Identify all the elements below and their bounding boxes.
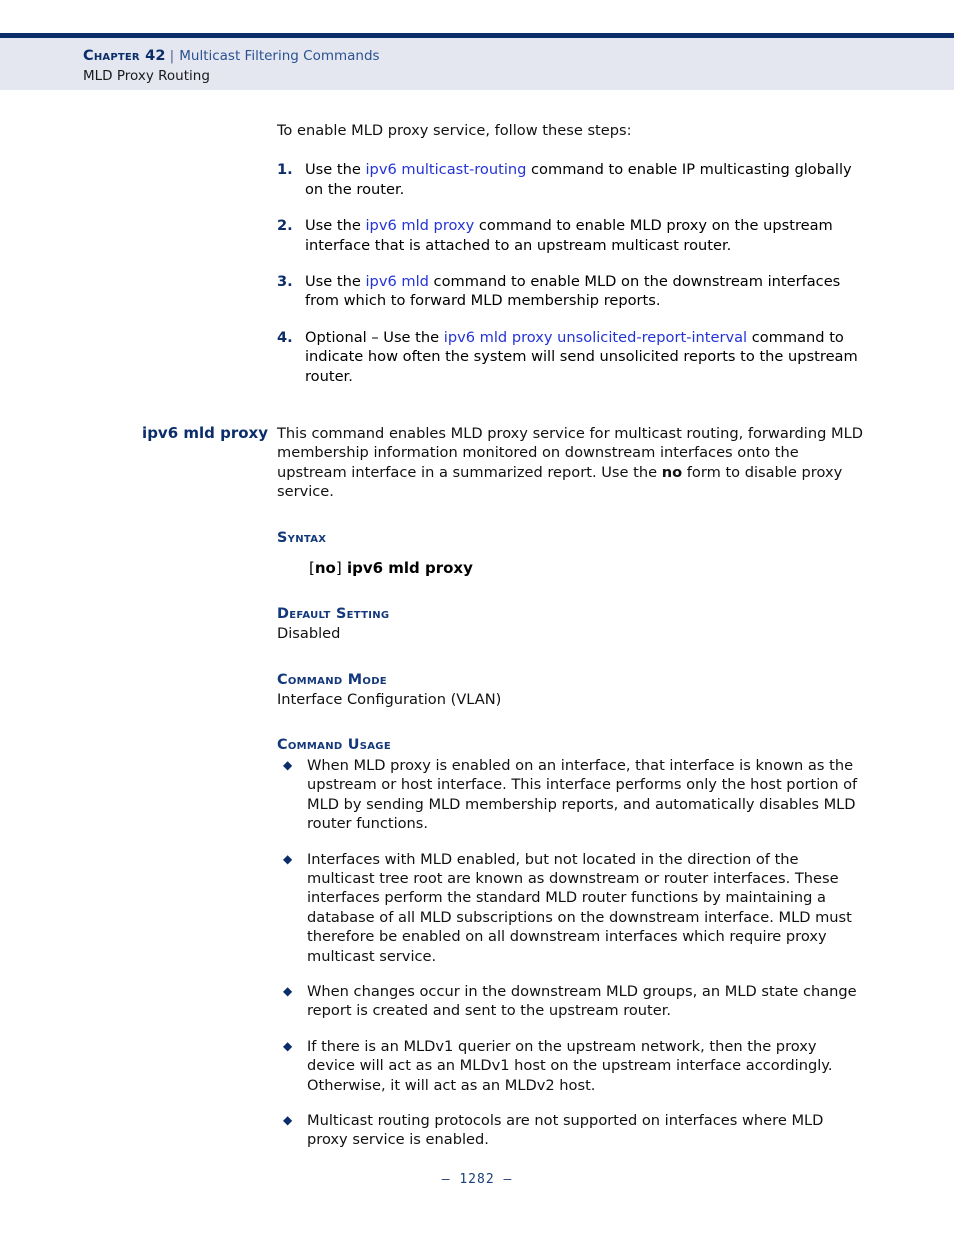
command-side-heading: ipv6 mld proxy — [142, 424, 268, 443]
usage-bullet-text: If there is an MLDv1 querier on the upst… — [307, 1037, 833, 1094]
command-description-bold: no — [661, 463, 683, 481]
page-header-band: Chapter 42 | Multicast Filtering Commands … — [0, 33, 954, 90]
syntax-command: ipv6 mld proxy — [346, 558, 473, 577]
step-number: 1. — [277, 161, 293, 179]
command-link[interactable]: ipv6 mld proxy unsolicited-report-interv… — [444, 329, 747, 346]
command-link[interactable]: ipv6 mld — [366, 273, 429, 290]
step-number: 4. — [277, 328, 293, 346]
syntax-bracket-close: ] — [335, 558, 342, 577]
step-item: 4. Optional – Use the ipv6 mld proxy uns… — [277, 328, 867, 386]
usage-bullet-item: ◆ Multicast routing protocols are not su… — [277, 1111, 867, 1150]
command-section: ipv6 mld proxy This command enables MLD … — [0, 424, 954, 1150]
usage-bullet-text: When MLD proxy is enabled on an interfac… — [307, 756, 858, 833]
intro-paragraph: To enable MLD proxy service, follow thes… — [277, 122, 632, 139]
breadcrumb-separator: | — [169, 48, 175, 64]
page-subtitle: MLD Proxy Routing — [83, 68, 210, 84]
default-setting-heading: Default Setting — [277, 606, 390, 623]
syntax-line: [no] ipv6 mld proxy — [309, 559, 867, 578]
diamond-bullet-icon: ◆ — [283, 851, 293, 866]
step-text-pre: Use the — [305, 161, 366, 179]
page-footer: – 1282 – — [0, 1172, 954, 1187]
usage-bullet-text: When changes occur in the downstream MLD… — [307, 982, 857, 1020]
command-body: This command enables MLD proxy service f… — [277, 424, 867, 1150]
command-mode-heading: Command Mode — [277, 671, 387, 688]
step-number: 2. — [277, 217, 293, 235]
command-usage-list: ◆ When MLD proxy is enabled on an interf… — [277, 756, 867, 1150]
default-setting-value: Disabled — [277, 625, 341, 643]
usage-bullet-text: Interfaces with MLD enabled, but not loc… — [307, 850, 852, 965]
command-link[interactable]: ipv6 mld proxy — [366, 217, 475, 234]
command-mode-value: Interface Configuration (VLAN) — [277, 690, 502, 708]
syntax-no-keyword: no — [314, 558, 336, 577]
diamond-bullet-icon: ◆ — [283, 983, 293, 998]
command-link[interactable]: ipv6 multicast-routing — [366, 161, 527, 178]
step-number: 3. — [277, 273, 293, 291]
usage-bullet-text: Multicast routing protocols are not supp… — [307, 1112, 824, 1149]
usage-bullet-item: ◆ If there is an MLDv1 querier on the up… — [277, 1037, 867, 1095]
usage-bullet-item: ◆ When MLD proxy is enabled on an interf… — [277, 756, 867, 834]
step-item: 2. Use the ipv6 mld proxy command to ena… — [277, 216, 867, 255]
intro-block: To enable MLD proxy service, follow thes… — [277, 121, 867, 386]
command-description: This command enables MLD proxy service f… — [277, 424, 867, 502]
diamond-bullet-icon: ◆ — [283, 1038, 293, 1053]
page-content: To enable MLD proxy service, follow thes… — [0, 90, 954, 1150]
breadcrumb-chapter: Chapter 42 — [83, 48, 166, 64]
usage-bullet-item: ◆ When changes occur in the downstream M… — [277, 982, 867, 1021]
step-text-pre: Use the — [305, 273, 366, 291]
diamond-bullet-icon: ◆ — [283, 757, 293, 772]
page-number: – 1282 – — [441, 1172, 513, 1187]
steps-list: 1. Use the ipv6 multicast-routing comman… — [277, 160, 867, 386]
syntax-heading: Syntax — [277, 529, 327, 546]
step-text-pre: Use the — [305, 217, 366, 235]
step-item: 3. Use the ipv6 mld command to enable ML… — [277, 272, 867, 311]
step-item: 1. Use the ipv6 multicast-routing comman… — [277, 160, 867, 199]
diamond-bullet-icon: ◆ — [283, 1113, 293, 1127]
breadcrumb: Chapter 42 | Multicast Filtering Commands — [83, 48, 380, 65]
breadcrumb-topic: Multicast Filtering Commands — [179, 48, 380, 64]
usage-bullet-item: ◆ Interfaces with MLD enabled, but not l… — [277, 850, 867, 966]
page-header-text: Chapter 42 | Multicast Filtering Commands … — [83, 48, 380, 85]
command-usage-heading: Command Usage — [277, 736, 391, 753]
step-text-pre: Optional – Use the — [305, 328, 444, 346]
